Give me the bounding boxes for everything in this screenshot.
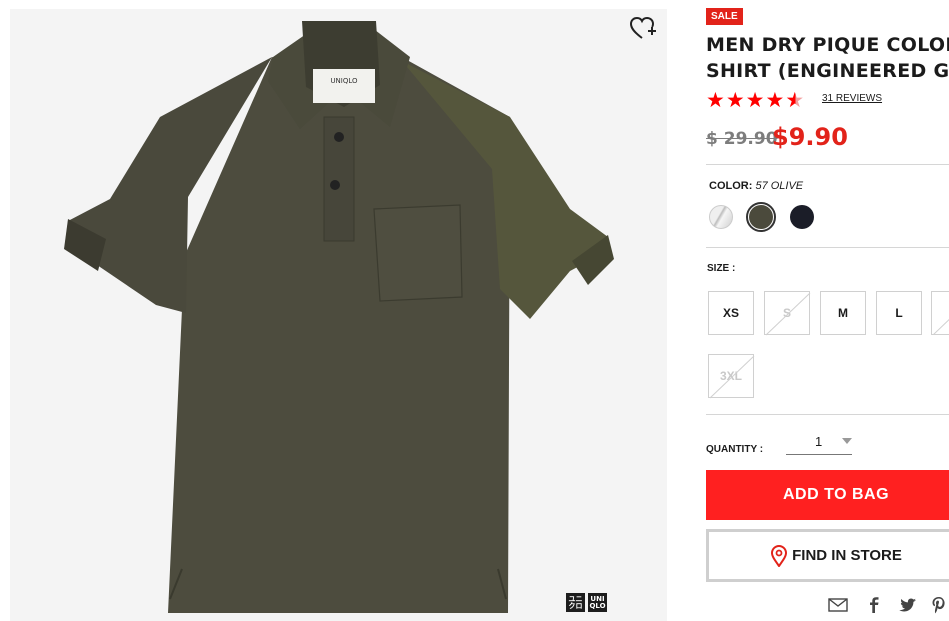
size-option-3xl-unavailable[interactable]: 3XL — [708, 354, 755, 399]
sale-price: $9.90 — [772, 123, 848, 151]
wishlist-heart-icon[interactable] — [628, 14, 658, 42]
find-in-store-label: FIND IN STORE — [792, 547, 902, 564]
brand-logo-katakana: ユニクロ — [566, 593, 585, 612]
size-option-l[interactable]: L — [876, 291, 922, 335]
product-title-line1: MEN DRY PIQUE COLOR B — [706, 34, 949, 56]
sale-badge: SALE — [706, 8, 743, 25]
find-in-store-button[interactable]: FIND IN STORE — [706, 529, 949, 582]
size-option-m[interactable]: M — [820, 291, 866, 335]
twitter-share-icon[interactable] — [898, 596, 918, 614]
product-title: MEN DRY PIQUE COLOR B SHIRT (ENGINEERED … — [706, 32, 949, 84]
color-swatch-white[interactable] — [709, 205, 733, 229]
product-title-line2: SHIRT (ENGINEERED GAR — [706, 60, 949, 82]
brand-logo: ユニクロ UNI QLO — [566, 593, 607, 612]
brand-logo-latin: UNI QLO — [588, 593, 607, 612]
add-to-bag-button[interactable]: ADD TO BAG — [706, 470, 949, 520]
facebook-share-icon[interactable] — [864, 596, 884, 614]
unavailable-slash-icon — [765, 292, 811, 336]
unavailable-slash-icon — [933, 319, 949, 334]
polo-shirt-illustration: UNIQLO — [64, 21, 614, 613]
size-option-xs[interactable]: XS — [708, 291, 754, 335]
quantity-value: 1 — [815, 434, 823, 449]
size-label: SIZE : — [707, 263, 736, 274]
star-icon: ★ — [706, 89, 725, 112]
star-icon: ★ — [765, 89, 785, 112]
size-option-xl-unavailable[interactable]: XL — [931, 291, 949, 335]
color-label: COLOR: 57 OLIVE — [709, 180, 803, 192]
half-star-icon: ★ — [785, 89, 805, 112]
color-swatch-navy[interactable] — [790, 205, 814, 229]
size-option-s-unavailable[interactable]: S — [764, 291, 811, 336]
pinterest-share-icon[interactable] — [930, 596, 949, 614]
color-swatch-olive[interactable] — [749, 205, 773, 229]
color-value: 57 OLIVE — [755, 180, 804, 192]
star-icon: ★ — [745, 89, 765, 112]
quantity-label: QUANTITY : — [706, 444, 764, 455]
unavailable-slash-icon — [709, 355, 755, 399]
divider — [706, 247, 949, 248]
email-share-icon[interactable] — [828, 596, 848, 614]
divider — [706, 164, 949, 165]
rating-stars: ★ ★ ★ ★ ★ — [706, 90, 804, 112]
divider — [706, 414, 949, 415]
product-image[interactable]: UNIQLO — [10, 9, 667, 621]
reviews-link[interactable]: 31 REVIEWS — [822, 93, 882, 104]
original-price: $ 29.90 — [706, 129, 778, 149]
star-icon: ★ — [725, 89, 745, 112]
add-to-bag-label: ADD TO BAG — [782, 486, 890, 503]
location-pin-icon — [771, 544, 788, 567]
neck-tag-text: UNIQLO — [330, 77, 358, 85]
color-label-text: COLOR: — [709, 180, 753, 192]
chevron-down-icon — [842, 438, 852, 444]
